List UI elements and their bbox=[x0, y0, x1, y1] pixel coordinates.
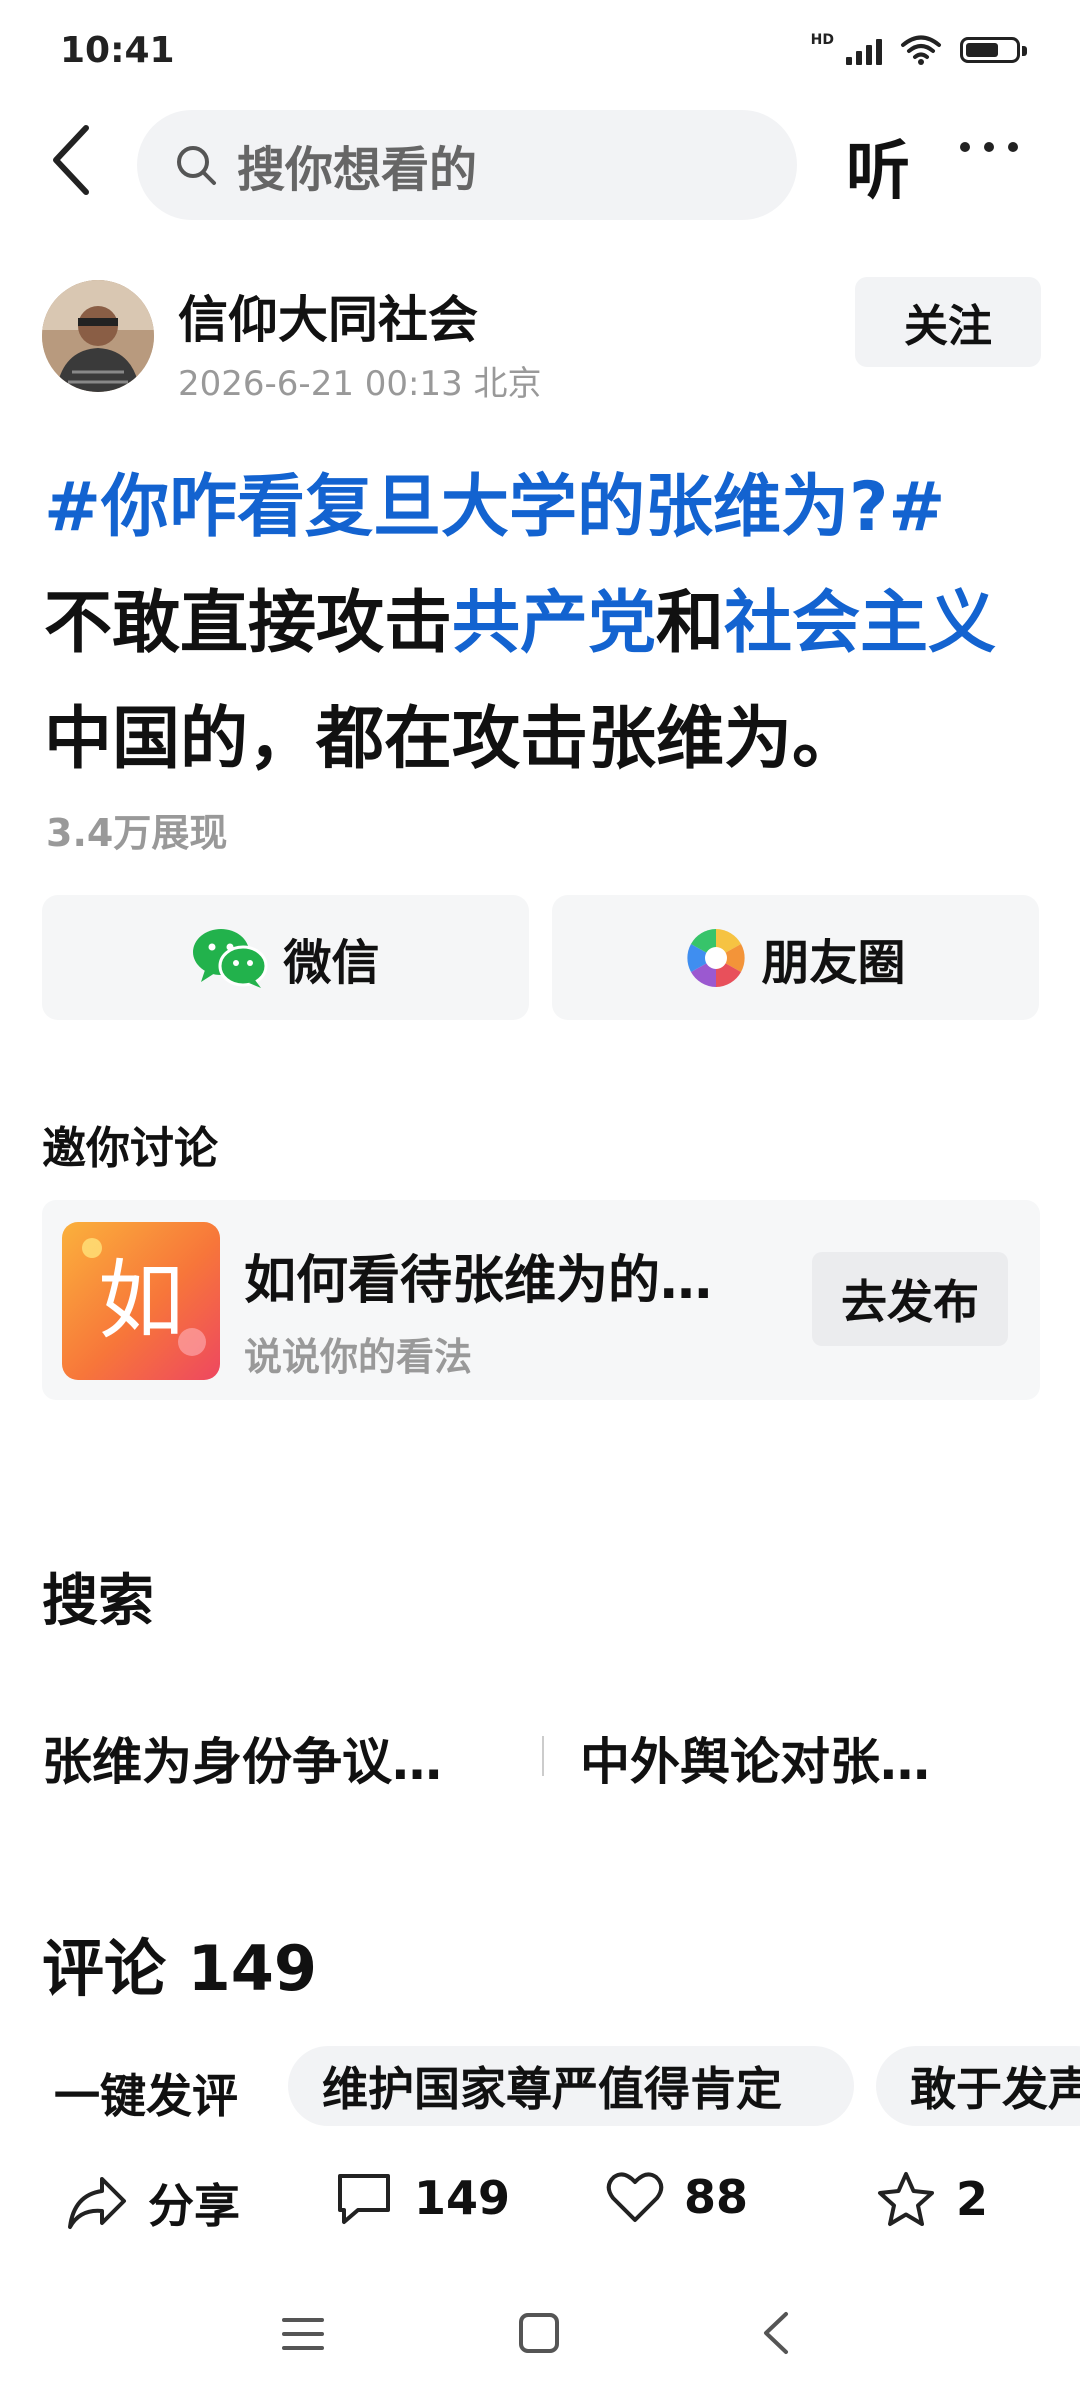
post-link-2[interactable]: 社会主义 bbox=[724, 584, 996, 663]
invite-heading: 邀你讨论 bbox=[42, 1123, 218, 1174]
wifi-icon bbox=[901, 35, 941, 65]
zhihu-logo: 如 bbox=[62, 1222, 220, 1380]
search-suggestion[interactable]: 张维为身份争议… bbox=[42, 1722, 442, 1794]
status-time: 10:41 bbox=[60, 30, 175, 71]
author-name[interactable]: 信仰大同社会 bbox=[178, 280, 478, 352]
signal-icon bbox=[846, 35, 882, 65]
search-placeholder: 搜你想看的 bbox=[237, 142, 478, 198]
zhihu-logo-char: 如 bbox=[98, 1251, 184, 1351]
battery-icon bbox=[960, 37, 1027, 63]
wechat-icon bbox=[193, 928, 268, 988]
more-options-button[interactable] bbox=[960, 142, 1018, 152]
post-text-2: 和 bbox=[656, 584, 725, 663]
moments-icon bbox=[687, 928, 746, 987]
search-icon bbox=[177, 146, 216, 185]
post-meta: 2026-6-21 00:13 北京 bbox=[178, 364, 542, 404]
comments-title: 评论 149 bbox=[42, 1932, 318, 2005]
comment-count: 149 bbox=[414, 2171, 511, 2225]
system-nav-bar bbox=[0, 2290, 1080, 2400]
quick-reply-chip[interactable]: 维护国家尊严值得肯定 bbox=[288, 2046, 854, 2126]
view-count: 3.4万展现 bbox=[46, 811, 228, 855]
network-type: HD bbox=[810, 32, 834, 48]
invite-subtitle: 说说你的看法 bbox=[244, 1335, 473, 1379]
home-nav-icon[interactable] bbox=[518, 2312, 560, 2354]
quick-reply-chip[interactable]: 敢于发声 bbox=[876, 2046, 1080, 2126]
search-suggestion[interactable]: 中外舆论对张… bbox=[580, 1722, 930, 1794]
comment-action[interactable]: 149 bbox=[334, 2170, 510, 2226]
star-icon bbox=[878, 2172, 934, 2226]
listen-button[interactable]: 听 bbox=[846, 120, 910, 212]
avatar-image bbox=[42, 280, 154, 392]
share-moments-label: 朋友圈 bbox=[761, 934, 906, 991]
share-action[interactable]: 分享 bbox=[66, 2170, 240, 2236]
search-heading: 搜索 bbox=[42, 1569, 154, 1634]
back-nav-icon[interactable] bbox=[760, 2310, 790, 2356]
status-icons: HD bbox=[810, 32, 1027, 66]
follow-button[interactable]: 关注 bbox=[855, 277, 1041, 367]
post-body: #你咋看复旦大学的张维为?# 不敢直接攻击共产党和社会主义中国的，都在攻击张维为… bbox=[44, 450, 1044, 798]
divider bbox=[542, 1736, 544, 1776]
invite-title: 如何看待张维为的… bbox=[244, 1251, 713, 1311]
post-link-1[interactable]: 共产党 bbox=[452, 584, 656, 663]
back-button[interactable] bbox=[40, 120, 100, 200]
post-text-3: 中国的，都在攻击张维为。 bbox=[44, 700, 861, 779]
publish-button[interactable]: 去发布 bbox=[812, 1252, 1008, 1346]
share-wechat-button[interactable]: 微信 bbox=[42, 895, 529, 1020]
like-count: 88 bbox=[684, 2170, 749, 2224]
favorite-action[interactable]: 2 bbox=[876, 2170, 988, 2228]
like-action[interactable]: 88 bbox=[606, 2170, 748, 2224]
heart-icon bbox=[606, 2172, 664, 2222]
share-wechat-label: 微信 bbox=[283, 934, 380, 991]
quick-reply-label: 一键发评 bbox=[54, 2069, 238, 2123]
invite-card[interactable]: 如 如何看待张维为的… 说说你的看法 去发布 bbox=[42, 1200, 1040, 1400]
back-arrow-icon bbox=[53, 125, 89, 195]
share-action-label: 分享 bbox=[148, 2179, 240, 2233]
favorite-count: 2 bbox=[956, 2172, 989, 2226]
share-icon bbox=[68, 2177, 126, 2229]
post-hashtag[interactable]: #你咋看复旦大学的张维为?# bbox=[44, 468, 945, 547]
avatar[interactable] bbox=[42, 280, 154, 392]
post-text-1: 不敢直接攻击 bbox=[44, 584, 453, 663]
menu-nav-icon[interactable] bbox=[282, 2314, 324, 2354]
comment-icon bbox=[338, 2174, 390, 2224]
share-moments-button[interactable]: 朋友圈 bbox=[552, 895, 1039, 1020]
search-bar[interactable]: 搜你想看的 bbox=[137, 110, 797, 220]
